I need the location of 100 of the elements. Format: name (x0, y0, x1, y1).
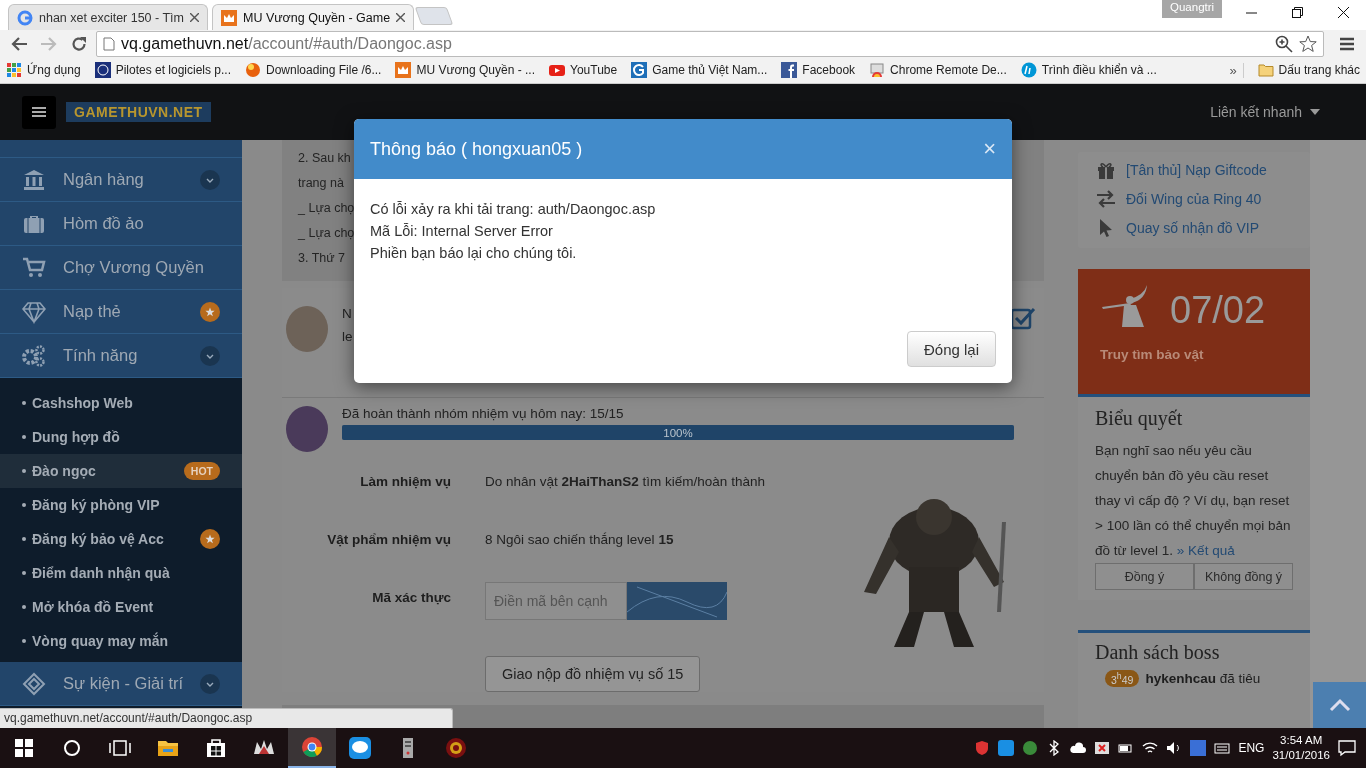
chat-app-icon[interactable] (348, 736, 372, 760)
sidebar-item[interactable]: Hòm đồ ảo (0, 202, 242, 246)
bullet-icon (22, 571, 26, 575)
event-date: 07/02 (1170, 288, 1266, 332)
notice-text: _ Lựa chọ (298, 200, 355, 217)
apps-grid-icon (6, 62, 22, 78)
close-icon[interactable] (396, 13, 406, 22)
bookmark-link[interactable]: Downloading File /6... (245, 62, 382, 78)
event-title: Truy tìm bảo vật (1100, 347, 1204, 362)
facebook-icon (781, 62, 798, 78)
bank-icon (22, 167, 46, 192)
bookmark-link[interactable]: Chrome Remote De... (869, 62, 1007, 78)
bullet-icon (22, 639, 26, 643)
store-bag-icon[interactable] (204, 736, 228, 760)
cloud-icon[interactable] (1070, 740, 1087, 756)
progress-label: 100% (663, 426, 693, 439)
sidebar-subitem[interactable]: Dung hợp đồ (0, 420, 242, 454)
bullet-icon (22, 605, 26, 609)
sidebar-subitem[interactable]: Đào ngọc HOT (0, 454, 242, 488)
taskbar-button[interactable] (288, 728, 336, 768)
page-icon (103, 36, 115, 51)
clock[interactable]: 3:54 AM 31/01/2016 (1272, 733, 1330, 763)
bookmark-link[interactable]: Ứng dụng (6, 62, 81, 78)
poll-title: Biểu quyết (1095, 407, 1184, 430)
star-icon[interactable] (1299, 34, 1317, 53)
notification-icon[interactable] (1338, 739, 1356, 757)
field-label: Làm nhiệm vụ (359, 473, 451, 491)
bullet-icon (22, 503, 26, 507)
zoom-icon[interactable] (1275, 34, 1293, 53)
folder-icon (1257, 62, 1274, 78)
gears-icon (22, 343, 46, 368)
shield-icon[interactable] (974, 740, 991, 756)
more-bookmarks-button[interactable]: » (1229, 62, 1244, 78)
hot-badge: HOT (183, 462, 220, 480)
ball-icon (245, 62, 261, 78)
circle-icon (63, 739, 81, 757)
sidebar-item[interactable]: Tính năng (0, 334, 242, 378)
captcha-input-field[interactable]: Điền mã bên cạnh (485, 582, 627, 620)
quest-text: N (342, 306, 352, 321)
close-icon[interactable] (190, 13, 199, 22)
bookmark-link[interactable]: MU Vương Quyền - ... (395, 62, 536, 78)
address-bar[interactable]: vq.gamethuvn.net/account/#auth/Daongoc.asp (96, 30, 1324, 57)
language-indicator[interactable]: ENG (1238, 741, 1265, 755)
hp-logo-icon (94, 62, 111, 78)
sidebar-subitem[interactable]: Cashshop Web (0, 386, 242, 420)
vote-button[interactable]: Không đồng ý (1194, 563, 1293, 590)
notice-text: 3. Thứ 7 (298, 250, 346, 267)
bookmark-link[interactable]: Trình điều khiển và ... (1020, 62, 1157, 78)
task-view-icon (109, 740, 131, 756)
sidebar-subitem[interactable]: Mở khóa đồ Event (0, 590, 242, 624)
site-logo[interactable]: GAMETHUVN.NET (66, 102, 211, 122)
sidebar-subitem[interactable]: Đăng ký phòng VIP (0, 488, 242, 522)
sidebar-subitem[interactable]: Vòng quay may mắn (0, 624, 242, 658)
chevron-up-icon (1328, 698, 1351, 712)
close-dialog-button[interactable]: Đóng lại (906, 331, 996, 367)
game-emblem-icon[interactable] (444, 736, 468, 760)
dialog-title: Thông báo ( hongxuan05 ) (370, 138, 584, 160)
gift-icon (1096, 160, 1116, 180)
input-method-icon[interactable] (1190, 740, 1207, 756)
swap-arrows-icon (1096, 189, 1116, 209)
keyboard-icon[interactable] (1214, 740, 1231, 756)
diamond-icon (22, 299, 46, 324)
submit-button[interactable]: Giao nộp đồ nhiệm vụ số 15 (485, 656, 701, 692)
vote-button[interactable]: Đồng ý (1095, 563, 1194, 590)
sidebar-subitem[interactable]: Điểm danh nhận quà (0, 556, 242, 590)
browser-tab[interactable]: MU Vương Quyền - Game (212, 4, 415, 30)
bookmark-link[interactable]: YouTube (549, 62, 618, 78)
boss-list-title: Danh sách boss (1095, 641, 1221, 664)
quick-links-menu[interactable]: Liên kết nhanh (1210, 104, 1344, 120)
boss-entry: hykenhcau đã tiêu (1145, 670, 1261, 686)
bookmark-link[interactable]: Facebook (781, 62, 856, 78)
field-label: Vật phẩm nhiệm vụ (326, 531, 451, 549)
browser-tab[interactable]: nhan xet exciter 150 - Tìm (8, 4, 208, 30)
field-value: 8 Ngôi sao chiến thắng level 15 (485, 531, 675, 549)
menu-icon (32, 106, 46, 118)
sidebar-subitem[interactable]: Đăng ký bảo vệ Acc (0, 522, 242, 556)
notice-text: 2. Sau kh (298, 150, 351, 167)
menu-button[interactable] (22, 95, 56, 129)
avatar-placeholder (286, 306, 328, 352)
chrome-icon[interactable] (300, 735, 324, 759)
sidebar-item[interactable]: Sự kiện - Giải trí (0, 662, 242, 706)
error-icon[interactable] (1094, 740, 1111, 756)
network-globe-icon[interactable] (1022, 740, 1039, 756)
status-url: vq.gamethuvn.net/account/#auth/Daongoc.asp (0, 708, 453, 728)
dialog-message: Mã Lỗi: Internal Server Error (370, 223, 553, 239)
dialog-message: Phiền bạn báo lại cho chúng tôi. (370, 245, 577, 261)
bullet-icon (22, 401, 26, 405)
crown-icon (395, 62, 412, 78)
g-logo-icon (17, 9, 33, 26)
crown-icon (221, 9, 237, 26)
sidebar-item[interactable]: Chợ Vương Quyền (0, 246, 242, 290)
bookmark-link[interactable]: Pilotes et logiciels p... (94, 62, 231, 78)
bookmark-folder[interactable]: Dấu trang khác (1257, 62, 1360, 78)
g-logo-icon (631, 62, 648, 78)
sidebar-item[interactable]: Nạp thẻ (0, 290, 242, 334)
remote-desktop-icon (869, 62, 886, 78)
scroll-top-button[interactable] (1313, 682, 1366, 728)
quest-text: le (342, 329, 353, 344)
sidebar-item[interactable]: Ngân hàng (0, 158, 242, 202)
bookmark-link[interactable]: Game thủ Việt Nam... (631, 62, 768, 78)
